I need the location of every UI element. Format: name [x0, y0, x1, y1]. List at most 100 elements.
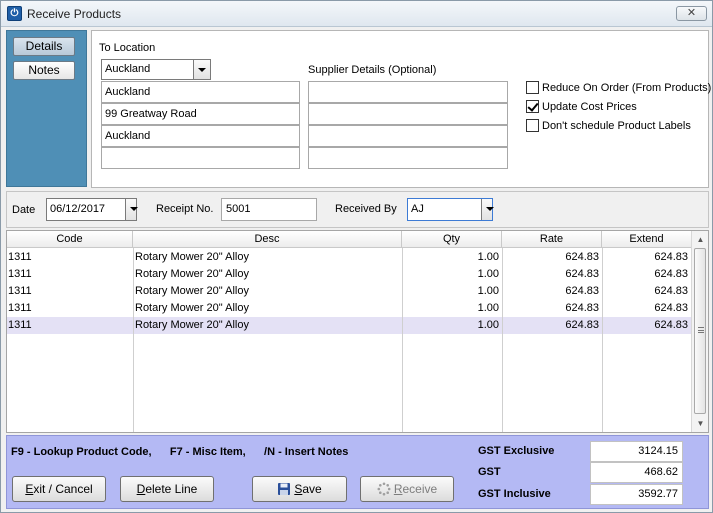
- update-cost-prices-checkbox[interactable]: Update Cost Prices: [526, 100, 637, 113]
- delete-line-button[interactable]: Delete Line: [120, 476, 214, 502]
- cell-qty: 1.00: [477, 319, 499, 331]
- column-divider: [133, 248, 134, 432]
- button-label: eceive: [402, 482, 438, 496]
- cell-code: 1311: [8, 319, 32, 331]
- location-line-3[interactable]: Auckland: [101, 125, 300, 147]
- cell-code: 1311: [8, 302, 32, 314]
- supplier-line-1[interactable]: [308, 81, 508, 103]
- table-row[interactable]: 1311 Rotary Mower 20" Alloy 1.00 624.83 …: [7, 300, 692, 317]
- receipt-no-label: Receipt No.: [156, 203, 214, 215]
- received-by-select[interactable]: AJ: [407, 198, 494, 221]
- location-line-4[interactable]: [101, 147, 300, 169]
- chevron-down-icon[interactable]: [481, 199, 494, 220]
- cell-code: 1311: [8, 285, 32, 297]
- checkbox-box-checked[interactable]: [526, 100, 539, 113]
- location-line-1[interactable]: Auckland: [101, 81, 300, 103]
- spinner-icon: [377, 482, 391, 496]
- button-label-mnemonic: D: [136, 482, 146, 496]
- cell-rate: 624.83: [565, 251, 599, 263]
- cell-rate: 624.83: [565, 285, 599, 297]
- chevron-down-icon[interactable]: [125, 199, 138, 220]
- button-label: ave: [302, 482, 322, 496]
- checkbox-label: Don't schedule Product Labels: [542, 119, 691, 132]
- cell-rate: 624.83: [565, 268, 599, 280]
- supplier-line-2[interactable]: [308, 103, 508, 125]
- column-divider: [502, 248, 503, 432]
- gst-label: GST: [478, 466, 501, 478]
- sidebar-item-notes[interactable]: Notes: [13, 61, 75, 80]
- supplier-line-3[interactable]: [308, 125, 508, 147]
- column-header-rate[interactable]: Rate: [502, 231, 602, 248]
- gst-value: 468.62: [590, 462, 683, 483]
- received-by-value: AJ: [411, 203, 424, 215]
- checkbox-label: Reduce On Order (From Products): [542, 81, 712, 94]
- checkbox-box[interactable]: [526, 81, 539, 94]
- cell-qty: 1.00: [477, 268, 499, 280]
- location-select-value: Auckland: [105, 63, 151, 75]
- window-title: Receive Products: [27, 7, 122, 21]
- scroll-thumb[interactable]: [694, 248, 706, 414]
- button-label: elete Line: [145, 482, 198, 496]
- receive-button[interactable]: Receive: [360, 476, 454, 502]
- date-value: 06/12/2017: [50, 203, 106, 215]
- checkbox-box[interactable]: [526, 119, 539, 132]
- table-row[interactable]: 1311 Rotary Mower 20" Alloy 1.00 624.83 …: [7, 249, 692, 266]
- scroll-up-icon[interactable]: ▲: [693, 232, 708, 247]
- table-row[interactable]: 1311 Rotary Mower 20" Alloy 1.00 624.83 …: [7, 283, 692, 300]
- cell-extend: 624.83: [654, 319, 688, 331]
- date-picker[interactable]: 06/12/2017: [46, 198, 138, 221]
- table-row[interactable]: 1311 Rotary Mower 20" Alloy 1.00 624.83 …: [7, 266, 692, 283]
- power-icon: ⏻: [7, 6, 22, 21]
- column-header-code[interactable]: Code: [7, 231, 133, 248]
- cell-qty: 1.00: [477, 251, 499, 263]
- title-bar: ⏻ Receive Products ✕: [1, 1, 712, 27]
- cell-qty: 1.00: [477, 285, 499, 297]
- cell-rate: 624.83: [565, 319, 599, 331]
- scroll-down-icon[interactable]: ▼: [693, 416, 708, 431]
- cell-extend: 624.83: [654, 302, 688, 314]
- vertical-scrollbar[interactable]: ▲ ▼: [691, 231, 708, 432]
- column-divider: [602, 248, 603, 432]
- cell-code: 1311: [8, 268, 32, 280]
- received-by-label: Received By: [335, 203, 397, 215]
- gst-inclusive-value: 3592.77: [590, 484, 683, 505]
- reduce-on-order-checkbox[interactable]: Reduce On Order (From Products): [526, 81, 711, 94]
- cell-desc: Rotary Mower 20" Alloy: [135, 302, 249, 314]
- cell-extend: 624.83: [654, 251, 688, 263]
- chevron-down-icon[interactable]: [193, 60, 210, 79]
- close-button[interactable]: ✕: [676, 6, 707, 21]
- gst-inclusive-label: GST Inclusive: [478, 488, 551, 500]
- column-header-extend[interactable]: Extend: [602, 231, 692, 248]
- dont-schedule-labels-checkbox[interactable]: Don't schedule Product Labels: [526, 119, 691, 132]
- column-header-desc[interactable]: Desc: [133, 231, 402, 248]
- receipt-no-input[interactable]: 5001: [221, 198, 317, 221]
- supplier-line-4[interactable]: [308, 147, 508, 169]
- grip-icon: [698, 327, 704, 333]
- table-row-selected[interactable]: 1311 Rotary Mower 20" Alloy 1.00 624.83 …: [7, 317, 692, 334]
- cell-extend: 624.83: [654, 285, 688, 297]
- cell-desc: Rotary Mower 20" Alloy: [135, 251, 249, 263]
- column-divider: [402, 248, 403, 432]
- cell-desc: Rotary Mower 20" Alloy: [135, 268, 249, 280]
- receive-products-window: ⏻ Receive Products ✕ Details Notes To Lo…: [0, 0, 713, 513]
- cell-desc: Rotary Mower 20" Alloy: [135, 319, 249, 331]
- cell-rate: 624.83: [565, 302, 599, 314]
- gst-exclusive-label: GST Exclusive: [478, 445, 555, 457]
- sidebar: Details Notes: [6, 30, 87, 187]
- footer-panel: F9 - Lookup Product Code, F7 - Misc Item…: [6, 435, 709, 509]
- checkbox-label: Update Cost Prices: [542, 100, 637, 113]
- location-select[interactable]: Auckland: [101, 59, 211, 80]
- shortcut-hint: F9 - Lookup Product Code, F7 - Misc Item…: [11, 446, 349, 458]
- products-grid: Code Desc Qty Rate Extend 1311 Rotary Mo…: [6, 230, 709, 433]
- supplier-details-label: Supplier Details (Optional): [308, 64, 437, 76]
- location-line-2[interactable]: 99 Greatway Road: [101, 103, 300, 125]
- receipt-info-bar: Date 06/12/2017 Receipt No. 5001 Receive…: [6, 191, 709, 228]
- cell-extend: 624.83: [654, 268, 688, 280]
- gst-exclusive-value: 3124.15: [590, 441, 683, 462]
- column-header-qty[interactable]: Qty: [402, 231, 502, 248]
- details-panel: To Location Auckland Auckland 99 Greatwa…: [91, 30, 711, 188]
- sidebar-item-details[interactable]: Details: [13, 37, 75, 56]
- save-button[interactable]: Save: [252, 476, 347, 502]
- to-location-label: To Location: [99, 42, 156, 54]
- exit-cancel-button[interactable]: Exit / Cancel: [12, 476, 106, 502]
